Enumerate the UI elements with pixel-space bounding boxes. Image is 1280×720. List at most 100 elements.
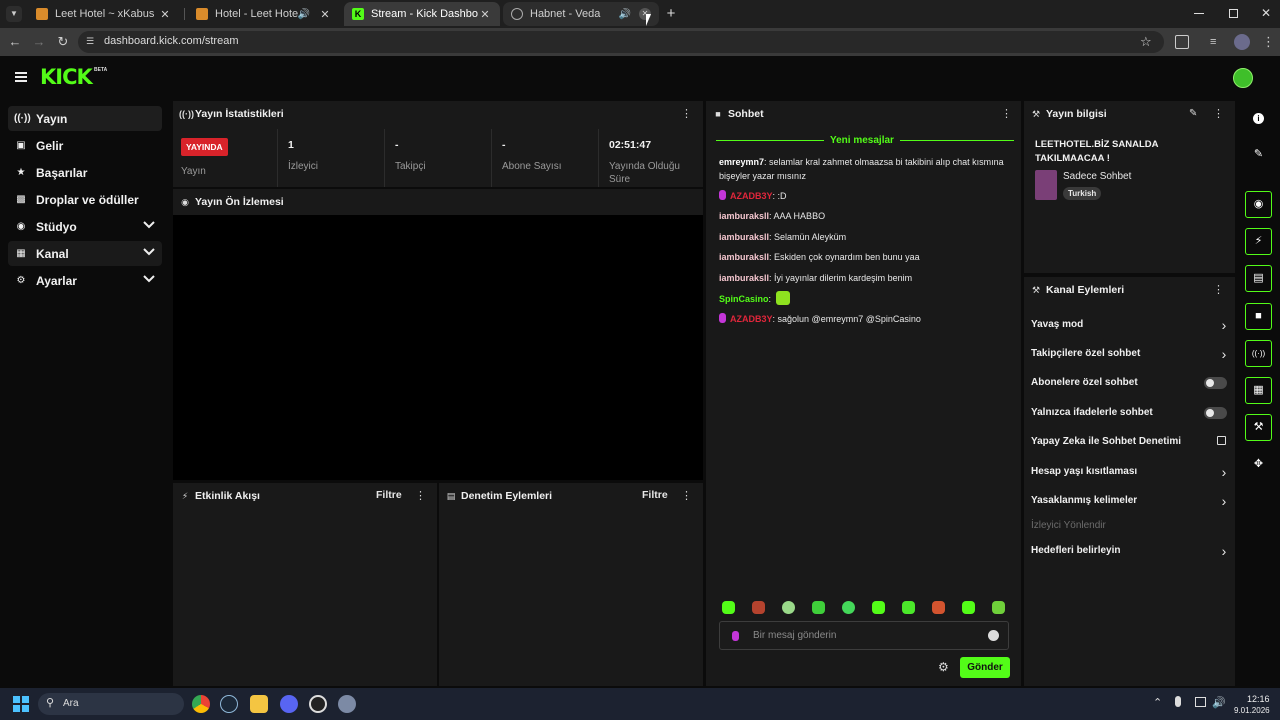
close-window-icon[interactable]: ✕: [1260, 6, 1272, 20]
chrome-icon[interactable]: [192, 695, 210, 713]
volume-icon[interactable]: 🔊: [1212, 696, 1226, 709]
external-link-icon[interactable]: [1217, 436, 1226, 445]
microphone-icon[interactable]: [1175, 696, 1181, 707]
clipboard-icon[interactable]: ▤: [1245, 265, 1272, 292]
windows-start-icon[interactable]: [13, 696, 29, 712]
tray-overflow-icon[interactable]: ⌃: [1153, 696, 1162, 709]
chevron-right-icon[interactable]: ›: [1219, 462, 1229, 482]
action-set-goals[interactable]: Hedefleri belirleyin: [1031, 541, 1231, 561]
sidebar-item-kanal[interactable]: ▦ Kanal: [8, 241, 162, 266]
obs-icon[interactable]: [309, 695, 327, 713]
emote-icon[interactable]: [992, 601, 1005, 614]
steam-icon[interactable]: [220, 695, 238, 713]
emote-icon[interactable]: [932, 601, 945, 614]
subscribers-only-toggle[interactable]: [1204, 377, 1227, 389]
profile-avatar-icon[interactable]: [1234, 34, 1250, 50]
sidebar-item-gelir[interactable]: ▣ Gelir: [8, 133, 162, 158]
action-banned-words[interactable]: Yasaklanmış kelimeler: [1031, 491, 1231, 511]
preview-toggle-icon[interactable]: ◉: [1245, 191, 1272, 218]
broadcast-icon[interactable]: ((·)): [1245, 340, 1272, 367]
action-followers-only[interactable]: Takipçilere özel sohbet: [1031, 344, 1231, 364]
edit-pencil-icon[interactable]: ✎: [1245, 141, 1272, 168]
send-button[interactable]: Gönder: [960, 657, 1010, 678]
reading-list-icon[interactable]: ≡: [1210, 35, 1224, 49]
bookmark-star-icon[interactable]: ☆: [1140, 34, 1154, 50]
chevron-right-icon[interactable]: ›: [1219, 315, 1229, 335]
clock-date[interactable]: 9.01.2026: [1234, 706, 1270, 715]
extensions-icon[interactable]: [1175, 35, 1189, 49]
chevron-down-icon[interactable]: [142, 272, 156, 286]
action-slow-mode[interactable]: Yavaş mod: [1031, 315, 1231, 335]
chat-username[interactable]: emreymn7: [719, 157, 764, 167]
tab-list-dropdown[interactable]: ▼: [6, 6, 22, 22]
action-ai-moderation[interactable]: Yapay Zeka ile Sohbet Denetimi: [1031, 432, 1231, 452]
emote-icon[interactable]: [782, 601, 795, 614]
emote-icon[interactable]: [722, 601, 735, 614]
reload-icon[interactable]: ↻: [55, 34, 71, 50]
more-options-icon[interactable]: ⋮: [681, 108, 692, 120]
sidebar-item-yayin[interactable]: ((·)) Yayın: [8, 106, 162, 131]
file-explorer-icon[interactable]: [250, 695, 268, 713]
category-thumbnail[interactable]: [1035, 170, 1057, 200]
emote-icon[interactable]: [812, 601, 825, 614]
minimize-icon[interactable]: [1194, 13, 1204, 14]
emote-icon[interactable]: [962, 601, 975, 614]
hamburger-menu-icon[interactable]: [15, 72, 27, 82]
more-options-icon[interactable]: ⋮: [1213, 108, 1224, 120]
browser-tab-leet-hotel-xkabus[interactable]: Leet Hotel ~ xKabus ✕: [28, 2, 180, 26]
forward-icon[interactable]: →: [31, 34, 47, 50]
sidebar-item-studyo[interactable]: ◉ Stüdyo: [8, 214, 162, 239]
tab-audio-icon[interactable]: 🔊: [298, 9, 310, 20]
chat-username[interactable]: iamburaksll: [719, 273, 769, 283]
tab-audio-icon[interactable]: 🔊: [619, 9, 631, 20]
taskbar-search[interactable]: ⚲ Ara: [38, 693, 184, 715]
chat-message-input[interactable]: Bir mesaj gönderin: [719, 621, 1009, 650]
chevron-right-icon[interactable]: ›: [1219, 344, 1229, 364]
tab-close-icon[interactable]: ✕: [318, 8, 332, 21]
chevron-right-icon[interactable]: ›: [1219, 541, 1229, 561]
browser-menu-icon[interactable]: ⋮: [1262, 34, 1275, 50]
category-name[interactable]: Sadece Sohbet: [1063, 171, 1131, 182]
back-icon[interactable]: ←: [7, 34, 23, 50]
chat-bubble-icon[interactable]: ■: [1245, 303, 1272, 330]
mic-icon[interactable]: [732, 631, 739, 641]
browser-tab-habnet-veda[interactable]: Habnet - Veda 🔊 ✕: [503, 2, 659, 26]
new-tab-icon[interactable]: +: [663, 6, 679, 22]
browser-tab-stream-kick-dashboard[interactable]: K Stream - Kick Dashboard ✕: [344, 2, 500, 26]
channel-actions-icon[interactable]: ▦: [1245, 377, 1272, 404]
more-options-icon[interactable]: ⋮: [415, 490, 426, 502]
sidebar-item-basarilar[interactable]: ★ Başarılar: [8, 160, 162, 185]
site-info-icon[interactable]: ☰: [86, 36, 97, 47]
more-options-icon[interactable]: ⋮: [1001, 108, 1012, 120]
emotes-only-toggle[interactable]: [1204, 407, 1227, 419]
settings-app-icon[interactable]: [338, 695, 356, 713]
discord-icon[interactable]: [280, 695, 298, 713]
chat-username[interactable]: iamburaksll: [719, 211, 769, 221]
emote-icon[interactable]: [842, 601, 855, 614]
chevron-down-icon[interactable]: [142, 245, 156, 259]
language-tag[interactable]: Turkish: [1063, 187, 1102, 200]
chat-username[interactable]: iamburaksll: [719, 232, 769, 242]
maximize-icon[interactable]: [1229, 9, 1238, 18]
address-bar[interactable]: ☰ dashboard.kick.com/stream ☆: [78, 31, 1164, 53]
info-icon[interactable]: i: [1245, 105, 1272, 132]
add-widget-icon[interactable]: ✥: [1245, 451, 1272, 478]
kick-logo[interactable]: KICK BETA: [40, 65, 107, 89]
filter-button[interactable]: Filtre: [642, 489, 668, 501]
chat-username[interactable]: AZADB3Y: [730, 191, 773, 201]
sidebar-item-droplar[interactable]: ▩ Droplar ve ödüller: [8, 187, 162, 212]
chat-username[interactable]: AZADB3Y: [730, 314, 773, 324]
user-avatar[interactable]: [1233, 68, 1253, 88]
chevron-down-icon[interactable]: [142, 218, 156, 232]
lightning-icon[interactable]: ⚡: [1245, 228, 1272, 255]
video-player[interactable]: [173, 215, 703, 480]
more-options-icon[interactable]: ⋮: [1213, 284, 1224, 296]
tab-close-icon[interactable]: ✕: [478, 8, 492, 21]
edit-pencil-icon[interactable]: ✎: [1189, 108, 1199, 120]
action-account-age[interactable]: Hesap yaşı kısıtlaması: [1031, 462, 1231, 482]
browser-tab-hotel-leet-hotel[interactable]: Hotel - Leet Hotel 🔊 ✕: [188, 2, 340, 26]
more-options-icon[interactable]: ⋮: [681, 490, 692, 502]
clock-time[interactable]: 12:16: [1247, 694, 1270, 704]
emote-icon[interactable]: [872, 601, 885, 614]
network-icon[interactable]: [1195, 697, 1206, 707]
